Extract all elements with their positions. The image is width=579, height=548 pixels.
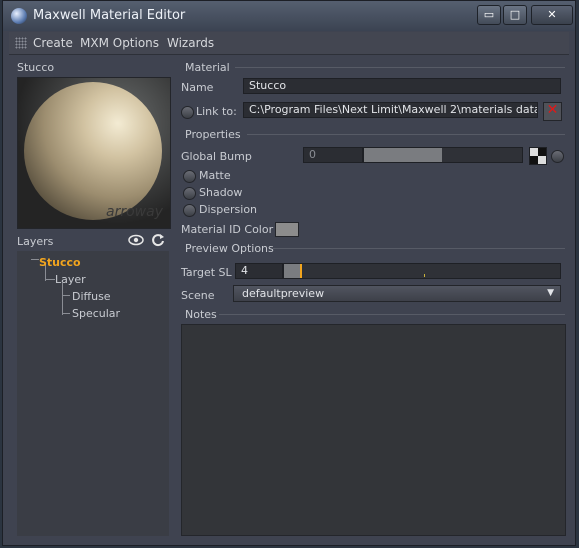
tree-item-stucco[interactable]: Stucco [39, 256, 81, 269]
menu-bar: Create MXM Options Wizards [9, 32, 569, 55]
link-checkbox[interactable] [181, 106, 194, 119]
tree-item-layer[interactable]: Layer [55, 273, 86, 286]
maxwell-app-icon [11, 8, 27, 24]
slider-tick [424, 274, 425, 277]
title-bar[interactable]: Maxwell Material Editor ▭ □ ✕ [3, 1, 575, 31]
tree-item-specular[interactable]: Specular [72, 307, 120, 320]
properties-header: Properties [185, 128, 241, 141]
target-sl-label: Target SL [181, 266, 232, 279]
chevron-down-icon: ▼ [547, 288, 554, 298]
material-id-swatch[interactable] [275, 222, 299, 237]
scene-label: Scene [181, 289, 215, 302]
close-button[interactable]: ✕ [531, 5, 573, 25]
menu-create[interactable]: Create [33, 36, 73, 50]
scene-dropdown-value: defaultpreview [242, 287, 325, 300]
target-sl-slider[interactable] [283, 263, 561, 279]
shadow-label: Shadow [199, 186, 243, 199]
tree-connector [62, 313, 70, 314]
grip-icon [15, 37, 27, 49]
link-label: Link to: [196, 105, 237, 118]
name-label: Name [181, 81, 214, 94]
header-divider [273, 248, 565, 249]
header-divider [219, 314, 565, 315]
header-divider [235, 67, 565, 68]
link-path-input[interactable]: C:\Program Files\Next Limit\Maxwell 2\ma… [243, 102, 538, 118]
slider-fill [364, 148, 442, 162]
slider-thumb[interactable] [300, 264, 302, 278]
matte-label: Matte [199, 169, 231, 182]
bump-enable-checkbox[interactable] [551, 150, 564, 163]
notes-header: Notes [185, 308, 217, 321]
delete-link-icon[interactable]: ✕ [543, 102, 562, 121]
menu-mxm-options[interactable]: MXM Options [80, 36, 159, 50]
window-title: Maxwell Material Editor [33, 8, 186, 23]
material-preview[interactable]: arroway [17, 77, 171, 229]
eye-icon[interactable] [128, 233, 144, 247]
tree-item-diffuse[interactable]: Diffuse [72, 290, 111, 303]
slider-fill [284, 264, 300, 278]
global-bump-label: Global Bump [181, 150, 252, 163]
matte-checkbox[interactable] [183, 170, 196, 183]
header-divider [247, 134, 565, 135]
tree-connector [62, 295, 70, 296]
material-id-label: Material ID Color [181, 223, 274, 236]
maximize-button[interactable]: □ [503, 5, 527, 25]
material-header: Material [185, 61, 230, 74]
notes-textarea[interactable] [181, 324, 566, 536]
layers-tree: Stucco Layer Diffuse Specular [17, 251, 169, 536]
name-input[interactable]: Stucco [243, 78, 561, 94]
material-editor-window: Maxwell Material Editor ▭ □ ✕ Create MXM… [2, 0, 576, 546]
dispersion-checkbox[interactable] [183, 204, 196, 217]
layers-label: Layers [17, 235, 54, 248]
preview-options-header: Preview Options [185, 242, 274, 255]
minimize-button[interactable]: ▭ [477, 5, 501, 25]
refresh-icon[interactable] [151, 233, 165, 247]
tree-connector [45, 279, 55, 280]
shadow-checkbox[interactable] [183, 187, 196, 200]
global-bump-slider[interactable] [363, 147, 523, 163]
watermark: arroway [106, 204, 163, 220]
menu-wizards[interactable]: Wizards [167, 36, 214, 50]
target-sl-spinner[interactable]: 4 [235, 263, 283, 279]
texture-map-icon[interactable] [529, 147, 547, 165]
scene-dropdown[interactable]: defaultpreview ▼ [233, 285, 561, 302]
tree-connector [62, 283, 63, 315]
preview-title: Stucco [17, 61, 55, 74]
dispersion-label: Dispersion [199, 203, 258, 216]
global-bump-spinner[interactable]: 0 [303, 147, 363, 163]
material-sphere [24, 82, 162, 220]
tree-connector [31, 259, 39, 260]
